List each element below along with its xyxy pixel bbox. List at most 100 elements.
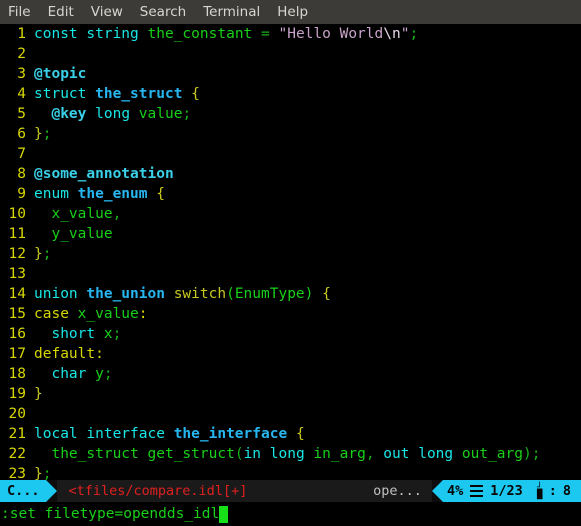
code-token: x_value xyxy=(51,206,113,222)
code-line[interactable]: 5 @key long value; xyxy=(0,104,581,124)
code-token: ; xyxy=(409,26,419,42)
code-line-text: char y; xyxy=(26,364,112,384)
menu-item-view[interactable]: View xyxy=(91,0,123,24)
code-line[interactable]: 1 const string the_constant = "Hello Worl… xyxy=(0,24,581,44)
line-number: 3 xyxy=(17,66,26,82)
code-line-text: }; xyxy=(26,124,51,144)
code-token: { xyxy=(156,186,165,202)
code-token: ; xyxy=(531,446,541,462)
column-icon: ┘ █ xyxy=(537,482,543,500)
code-token: long xyxy=(95,106,131,122)
line-number: 5 xyxy=(17,106,26,122)
code-line[interactable]: 19} xyxy=(0,384,581,404)
code-line[interactable]: 10 x_value, xyxy=(0,204,581,224)
code-line[interactable]: 12}; xyxy=(0,244,581,264)
code-token: long xyxy=(269,446,305,462)
status-line-position: 1/23 xyxy=(490,483,523,499)
code-token: the_interface xyxy=(173,426,288,442)
code-token: x xyxy=(103,326,113,342)
code-line[interactable]: 23}; xyxy=(0,464,581,480)
code-token: interface xyxy=(86,426,165,442)
line-number: 18 xyxy=(8,366,26,382)
code-token: in_arg xyxy=(313,446,366,462)
code-line[interactable]: 20 xyxy=(0,404,581,424)
code-token: enum xyxy=(34,186,69,202)
code-token: , xyxy=(112,206,122,222)
line-number: 12 xyxy=(8,246,26,262)
menu-item-terminal[interactable]: Terminal xyxy=(203,0,260,24)
menu-item-edit[interactable]: Edit xyxy=(48,0,74,24)
code-token: default xyxy=(34,346,96,362)
code-token: short xyxy=(51,326,96,342)
code-token: ( xyxy=(234,446,244,462)
code-line[interactable]: 3 @topic xyxy=(0,64,581,84)
code-token: ; xyxy=(42,466,52,480)
block-cursor xyxy=(219,505,229,523)
code-line[interactable]: 2 xyxy=(0,44,581,64)
code-token: x_value xyxy=(77,306,139,322)
editor-buffer[interactable]: 1 const string the_constant = "Hello Worl… xyxy=(0,24,581,480)
code-line[interactable]: 13 xyxy=(0,264,581,284)
status-percent: 4% xyxy=(446,483,464,499)
code-token: ; xyxy=(42,246,52,262)
line-number: 14 xyxy=(8,286,26,302)
code-line[interactable]: 22 the_struct get_struct(in long in_arg,… xyxy=(0,444,581,464)
code-line-text: case x_value: xyxy=(26,304,148,324)
code-line-text: struct the_struct { xyxy=(26,84,200,104)
code-token: EnumType xyxy=(234,286,305,302)
code-line-text: the_struct get_struct(in long in_arg, ou… xyxy=(26,444,540,464)
code-token: char xyxy=(51,366,87,382)
code-line[interactable]: 21 local interface the_interface { xyxy=(0,424,581,444)
code-line[interactable]: 18 char y; xyxy=(0,364,581,384)
status-filetype: ope... xyxy=(373,480,432,502)
menu-item-search[interactable]: Search xyxy=(140,0,186,24)
code-line[interactable]: 7 xyxy=(0,144,581,164)
code-line-text: const string the_constant = "Hello World… xyxy=(26,24,418,44)
line-number: 13 xyxy=(8,266,26,282)
code-line-text: local interface the_interface { xyxy=(26,424,305,444)
code-line[interactable]: 4 struct the_struct { xyxy=(0,84,581,104)
line-number: 8 xyxy=(17,166,26,182)
code-token: the_constant xyxy=(147,26,253,42)
command-line-text: :set filetype=opendds_idl xyxy=(1,506,220,522)
status-filename: <tfiles/compare.idl[+] xyxy=(56,480,254,502)
code-line[interactable]: 11 y_value xyxy=(0,224,581,244)
code-line[interactable]: 17 default: xyxy=(0,344,581,364)
code-line[interactable]: 9 enum the_enum { xyxy=(0,184,581,204)
command-line[interactable]: :set filetype=opendds_idl xyxy=(0,502,581,526)
code-line-text: @some_annotation xyxy=(26,164,174,184)
code-line[interactable]: 14 union the_union switch(EnumType) { xyxy=(0,284,581,304)
code-line-text: }; xyxy=(26,464,51,480)
line-number: 15 xyxy=(8,306,26,322)
line-number: 11 xyxy=(8,226,26,242)
code-line[interactable]: 15 case x_value: xyxy=(0,304,581,324)
code-line[interactable]: 6}; xyxy=(0,124,581,144)
code-line-text: enum the_enum { xyxy=(26,184,165,204)
code-token: y xyxy=(95,366,104,382)
menu-item-file[interactable]: File xyxy=(8,0,31,24)
mode-indicator: C... xyxy=(0,480,46,502)
code-token: the_union xyxy=(86,286,165,302)
code-line[interactable]: 8 @some_annotation xyxy=(0,164,581,184)
code-token: @key xyxy=(51,106,87,122)
code-token: ) xyxy=(522,446,532,462)
code-line[interactable]: 16 short x; xyxy=(0,324,581,344)
code-token: \n xyxy=(383,26,401,42)
line-number: 2 xyxy=(17,46,26,62)
menu-item-help[interactable]: Help xyxy=(277,0,308,24)
line-number: 16 xyxy=(8,326,26,342)
powerline-separator-left-icon xyxy=(431,480,443,502)
code-token: the_struct xyxy=(95,86,183,102)
status-line: C... <tfiles/compare.idl[+] ope... 4% 1/… xyxy=(0,480,581,502)
